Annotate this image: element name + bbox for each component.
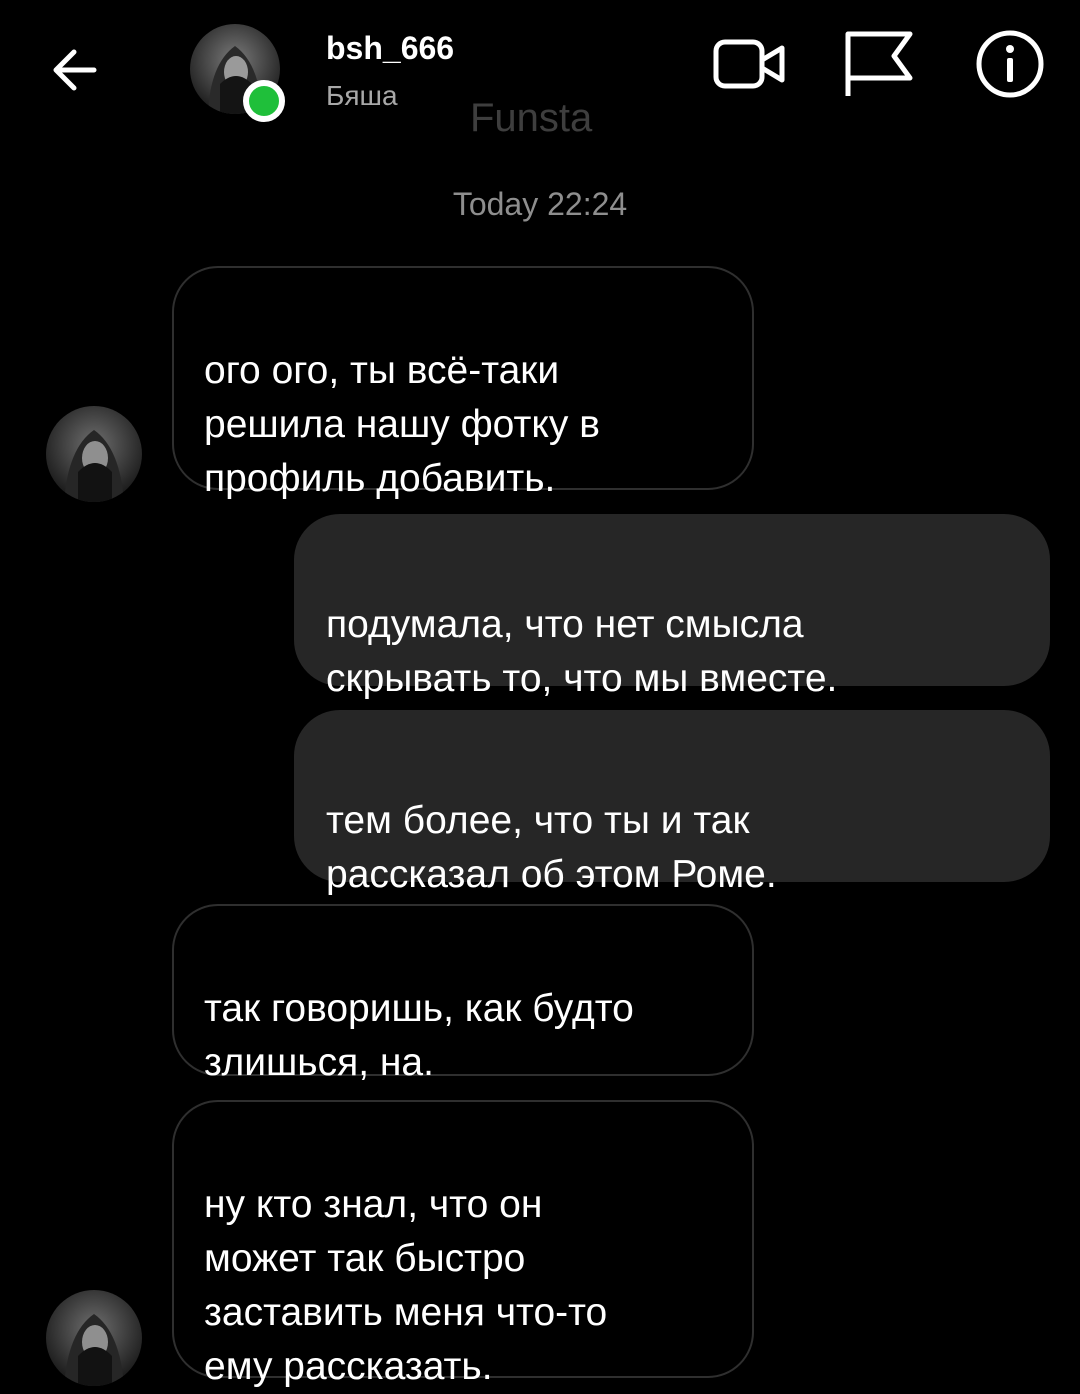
message-incoming[interactable]: ого ого, ты всё-таки решила нашу фотку в… — [172, 266, 754, 500]
chat-timestamp: Today 22:24 — [452, 186, 628, 222]
back-button[interactable] — [44, 38, 108, 102]
sender-avatar[interactable] — [46, 406, 142, 502]
avatar-image — [46, 1290, 142, 1386]
flag-icon — [845, 31, 913, 96]
message-text: тем более, что ты и так рассказал об это… — [326, 799, 777, 896]
sender-avatar[interactable] — [46, 1290, 142, 1386]
avatar-image — [46, 406, 142, 502]
header-username[interactable]: bsh_666 — [326, 30, 454, 67]
message-text: так говоришь, как будто злишься, на. — [204, 987, 634, 1084]
info-button[interactable] — [974, 28, 1046, 100]
message-text: ну кто знал, что он может так быстро зас… — [204, 1183, 608, 1388]
message-outgoing[interactable]: подумала, что нет смысла скрывать то, чт… — [294, 514, 1050, 700]
report-button[interactable] — [840, 28, 920, 100]
video-call-button[interactable] — [710, 32, 790, 96]
watermark-text: Funsta — [470, 96, 593, 140]
online-status-dot — [243, 80, 285, 122]
message-incoming[interactable]: ну кто знал, что он может так быстро зас… — [172, 1100, 754, 1388]
back-arrow-icon — [53, 49, 97, 91]
message-outgoing[interactable]: тем более, что ты и так рассказал об это… — [294, 710, 1050, 896]
message-text: подумала, что нет смысла скрывать то, чт… — [326, 603, 838, 700]
video-call-icon — [713, 39, 785, 89]
message-incoming[interactable]: так говоришь, как будто злишься, на. — [172, 904, 754, 1084]
info-icon — [976, 30, 1044, 98]
header-fullname: Бяша — [326, 80, 398, 111]
message-text: ого ого, ты всё-таки решила нашу фотку в… — [204, 349, 600, 500]
